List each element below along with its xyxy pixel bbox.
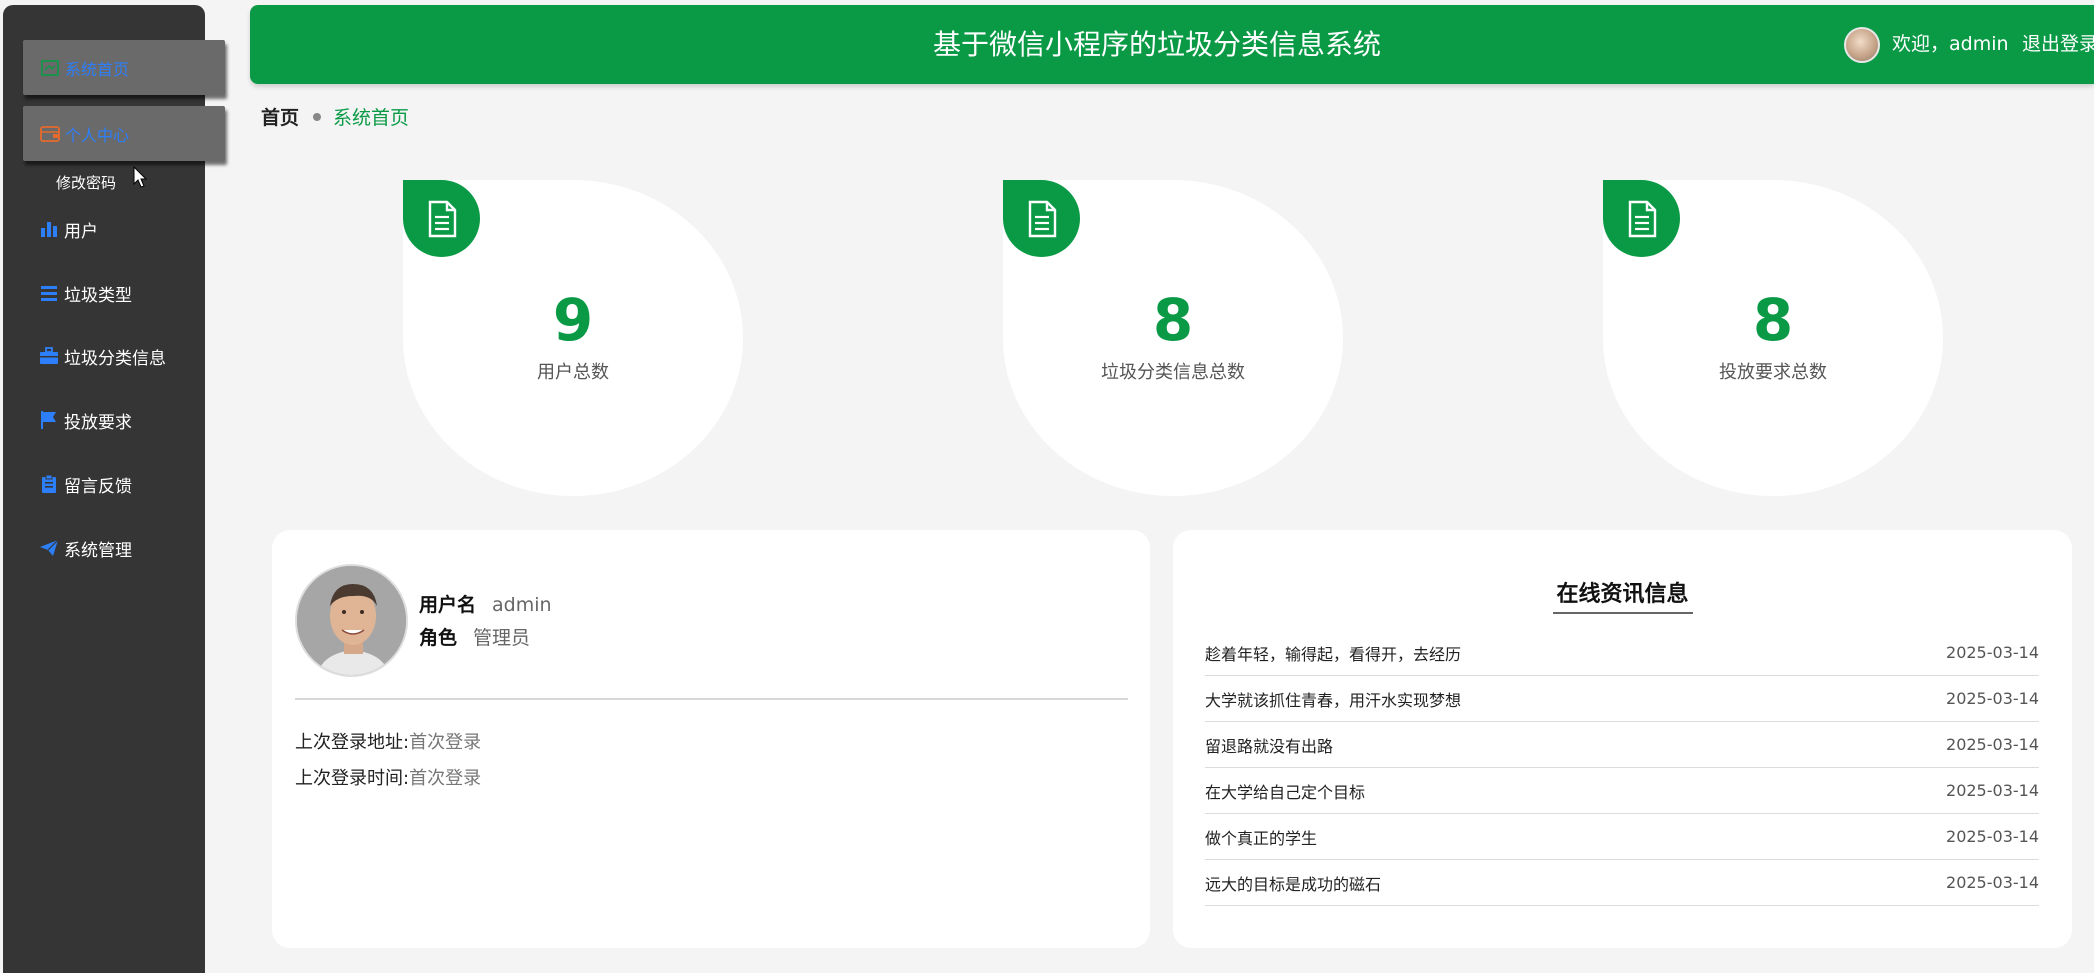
news-item[interactable]: 做个真正的学生 2025-03-14 [1205,814,2039,860]
sidebar-item-label: 个人中心 [65,125,130,145]
last-login-address-value: 首次登录 [409,732,482,753]
news-item-title: 在大学给自己定个目标 [1205,782,1366,802]
news-item-title: 远大的目标是成功的磁石 [1205,874,1382,894]
news-item-date: 2025-03-14 [1946,781,2039,800]
wallet-icon [39,123,61,145]
sidebar-item-label: 用户 [64,221,98,242]
news-item-date: 2025-03-14 [1946,643,2039,662]
news-item[interactable]: 在大学给自己定个目标 2025-03-14 [1205,768,2039,814]
header-avatar[interactable] [1844,27,1880,63]
top-header: 基于微信小程序的垃圾分类信息系统 欢迎，admin 退出登录 [250,5,2094,84]
news-item-title: 大学就该抓住青春，用汗水实现梦想 [1205,690,1462,710]
news-title-underline [1553,612,1693,614]
news-item[interactable]: 远大的目标是成功的磁石 2025-03-14 [1205,860,2039,906]
home-icon [39,57,61,79]
sidebar-item-label: 垃圾分类信息 [64,348,166,369]
breadcrumb-current: 系统首页 [333,107,410,129]
app-title: 基于微信小程序的垃圾分类信息系统 [932,28,1381,61]
sidebar-item-garbage-type[interactable]: 垃圾类型 [38,276,132,310]
mouse-cursor-icon [133,166,148,188]
sidebar-item-system-admin[interactable]: 系统管理 [38,531,132,565]
document-icon [403,180,480,257]
user-avatar [295,564,408,677]
news-item-date: 2025-03-14 [1946,735,2039,754]
stat-label: 投放要求总数 [1719,362,1827,383]
paper-plane-icon [38,537,60,559]
welcome-text: 欢迎，admin [1892,33,2009,55]
clipboard-icon [38,473,60,495]
news-item[interactable]: 大学就该抓住青春，用汗水实现梦想 2025-03-14 [1205,676,2039,722]
news-panel: 在线资讯信息 趁着年轻，输得起，看得开，去经历 2025-03-14 大学就该抓… [1173,530,2072,948]
flag-icon [38,409,60,431]
sidebar-item-label: 留言反馈 [64,476,132,497]
sidebar-item-label: 垃圾类型 [64,285,132,306]
sidebar-item-profile[interactable]: 个人中心 [23,106,225,161]
sidebar-item-disposal-requirements[interactable]: 投放要求 [38,403,132,437]
sidebar-subitem-change-password[interactable]: 修改密码 [56,172,116,193]
news-item-date: 2025-03-14 [1946,873,2039,892]
breadcrumb: 首页 系统首页 [261,103,409,130]
stat-card-disposal-requirements: 8 投放要求总数 [1603,180,1943,496]
last-login-time-row: 上次登录时间:首次登录 [295,764,481,790]
sidebar-item-feedback[interactable]: 留言反馈 [38,467,132,501]
username-value: admin [492,594,552,616]
role-row: 角色 管理员 [419,623,530,650]
sidebar-item-garbage-info[interactable]: 垃圾分类信息 [38,339,166,373]
sidebar-item-home[interactable]: 系统首页 [23,40,225,95]
sidebar-item-label: 投放要求 [64,412,132,433]
list-icon [38,282,60,304]
last-login-address-label: 上次登录地址: [295,732,410,753]
last-login-time-value: 首次登录 [409,768,482,789]
username-label: 用户名 [419,594,477,616]
news-title: 在线资讯信息 [1556,582,1689,607]
briefcase-icon [38,345,60,367]
logout-button[interactable]: 退出登录 [2022,5,2094,84]
stat-value: 8 [1752,286,1794,354]
breadcrumb-separator [313,112,322,121]
news-item[interactable]: 留退路就没有出路 2025-03-14 [1205,722,2039,768]
stat-card-users: 9 用户总数 [403,180,743,496]
stat-card-garbage-info: 8 垃圾分类信息总数 [1003,180,1343,496]
profile-divider [295,698,1128,700]
news-item-date: 2025-03-14 [1946,827,2039,846]
stat-value: 9 [552,286,594,354]
document-icon [1603,180,1680,257]
username-row: 用户名 admin [419,590,552,617]
last-login-time-label: 上次登录时间: [295,768,410,789]
sidebar-item-users[interactable]: 用户 [38,212,98,246]
sidebar-item-label: 系统首页 [65,59,130,79]
news-item-title: 趁着年轻，输得起，看得开，去经历 [1205,644,1462,664]
role-value: 管理员 [473,627,531,649]
sidebar-item-label: 系统管理 [64,540,132,561]
stat-label: 垃圾分类信息总数 [1101,362,1245,383]
stat-value: 8 [1152,286,1194,354]
news-list: 趁着年轻，输得起，看得开，去经历 2025-03-14 大学就该抓住青春，用汗水… [1205,630,2039,906]
news-item[interactable]: 趁着年轻，输得起，看得开，去经历 2025-03-14 [1205,630,2039,676]
document-icon [1003,180,1080,257]
profile-panel: 用户名 admin 角色 管理员 上次登录地址:首次登录 上次登录时间:首次登录 [272,530,1150,948]
role-label: 角色 [419,627,458,649]
last-login-address-row: 上次登录地址:首次登录 [295,728,481,754]
breadcrumb-home[interactable]: 首页 [261,103,299,130]
news-item-date: 2025-03-14 [1946,689,2039,708]
news-item-title: 留退路就没有出路 [1205,736,1334,756]
bar-chart-icon [38,218,60,240]
news-item-title: 做个真正的学生 [1205,828,1318,848]
stat-label: 用户总数 [537,362,609,383]
